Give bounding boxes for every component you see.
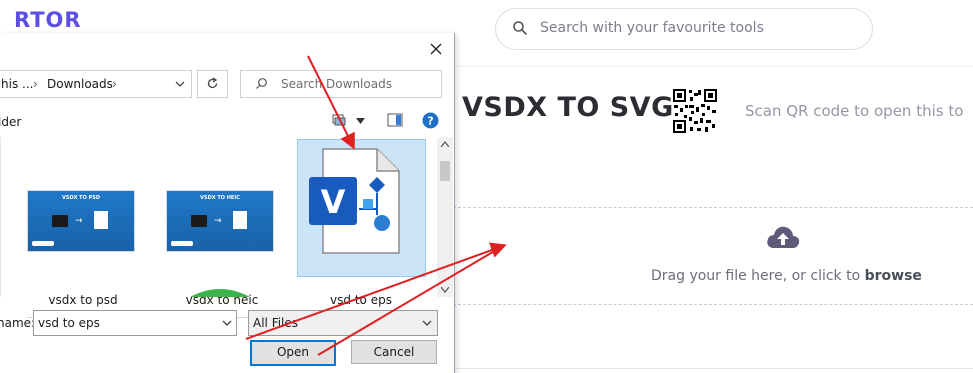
file-label: vsdx to psd xyxy=(48,293,118,307)
file-label: vsd to eps xyxy=(330,293,392,307)
file-icon xyxy=(52,215,68,227)
qr-code-icon xyxy=(672,88,718,134)
filetype-select[interactable]: All Files xyxy=(248,310,438,336)
scroll-up-icon[interactable] xyxy=(441,141,449,147)
chevron-down-icon[interactable] xyxy=(356,118,365,124)
filename-label: name: xyxy=(0,316,36,330)
breadcrumb-parent[interactable]: his ... xyxy=(1,77,33,91)
file-icon xyxy=(94,211,108,229)
site-logo[interactable]: RTOR xyxy=(14,8,82,32)
filetype-value: All Files xyxy=(253,316,299,330)
filename-value: vsd to eps xyxy=(38,316,100,330)
address-bar[interactable]: his ... › Downloads › xyxy=(0,70,192,98)
visio-file-icon: V xyxy=(309,148,400,254)
green-thumbnail[interactable] xyxy=(188,287,252,297)
drop-instructions: Drag your file here, or click to browse xyxy=(651,268,922,284)
breadcrumb-separator-icon: › xyxy=(112,77,117,91)
arrow-right-icon: → xyxy=(75,216,83,226)
new-folder-button[interactable]: lder xyxy=(0,115,21,129)
brand-badge xyxy=(32,241,54,246)
search-icon xyxy=(513,21,527,35)
qr-caption: Scan QR code to open this to xyxy=(745,102,964,120)
vertical-scrollbar[interactable] xyxy=(437,137,453,297)
view-options-icon[interactable] xyxy=(332,114,346,126)
search-icon xyxy=(256,78,267,89)
browse-link[interactable]: browse xyxy=(865,268,922,284)
chevron-down-icon[interactable] xyxy=(175,80,185,88)
chevron-down-icon xyxy=(422,320,432,326)
site-search-input[interactable]: Search with your favourite tools xyxy=(495,8,873,50)
file-thumbnail: VSDX TO PSD → xyxy=(27,190,135,252)
close-icon[interactable] xyxy=(428,41,444,57)
breadcrumb-downloads[interactable]: Downloads xyxy=(47,77,113,91)
file-icon xyxy=(191,215,207,227)
open-button[interactable]: Open xyxy=(250,340,336,366)
file-drop-zone[interactable] xyxy=(453,207,973,305)
refresh-icon xyxy=(207,77,218,89)
dialog-search-placeholder: Search Downloads xyxy=(281,77,392,91)
page-title: VSDX TO SVG xyxy=(462,92,674,123)
refresh-button[interactable] xyxy=(197,70,228,98)
filename-input[interactable]: vsd to eps xyxy=(33,310,237,336)
breadcrumb-separator-icon: › xyxy=(33,77,38,91)
thumbnail-title: VSDX TO HEIC xyxy=(200,195,240,201)
drop-text: Drag your file here, or click to xyxy=(651,268,865,284)
file-icon xyxy=(233,211,247,229)
cancel-button[interactable]: Cancel xyxy=(351,340,437,364)
arrow-right-icon: → xyxy=(214,216,222,226)
svg-text:?: ? xyxy=(427,115,433,128)
file-thumbnail: VSDX TO HEIC → xyxy=(166,190,274,252)
thumbnail-title: VSDX TO PSD xyxy=(61,195,101,201)
search-placeholder: Search with your favourite tools xyxy=(540,20,764,36)
help-icon[interactable]: ? xyxy=(422,112,439,129)
dialog-search-input[interactable]: Search Downloads xyxy=(240,70,442,98)
svg-text:V: V xyxy=(321,183,346,221)
file-list: VSDX TO PSD → vsdx to psd VSDX TO HEIC →… xyxy=(0,137,438,318)
scroll-down-icon[interactable] xyxy=(441,287,449,293)
nav-pane-edge xyxy=(0,137,1,297)
preview-pane-icon[interactable] xyxy=(387,113,403,127)
brand-badge xyxy=(171,241,193,246)
cloud-upload-icon[interactable] xyxy=(766,224,800,250)
divider xyxy=(453,368,973,369)
file-open-dialog: his ... › Downloads › Search Downloads l… xyxy=(0,33,455,373)
scrollbar-thumb[interactable] xyxy=(440,161,450,181)
chevron-down-icon[interactable] xyxy=(222,319,232,327)
